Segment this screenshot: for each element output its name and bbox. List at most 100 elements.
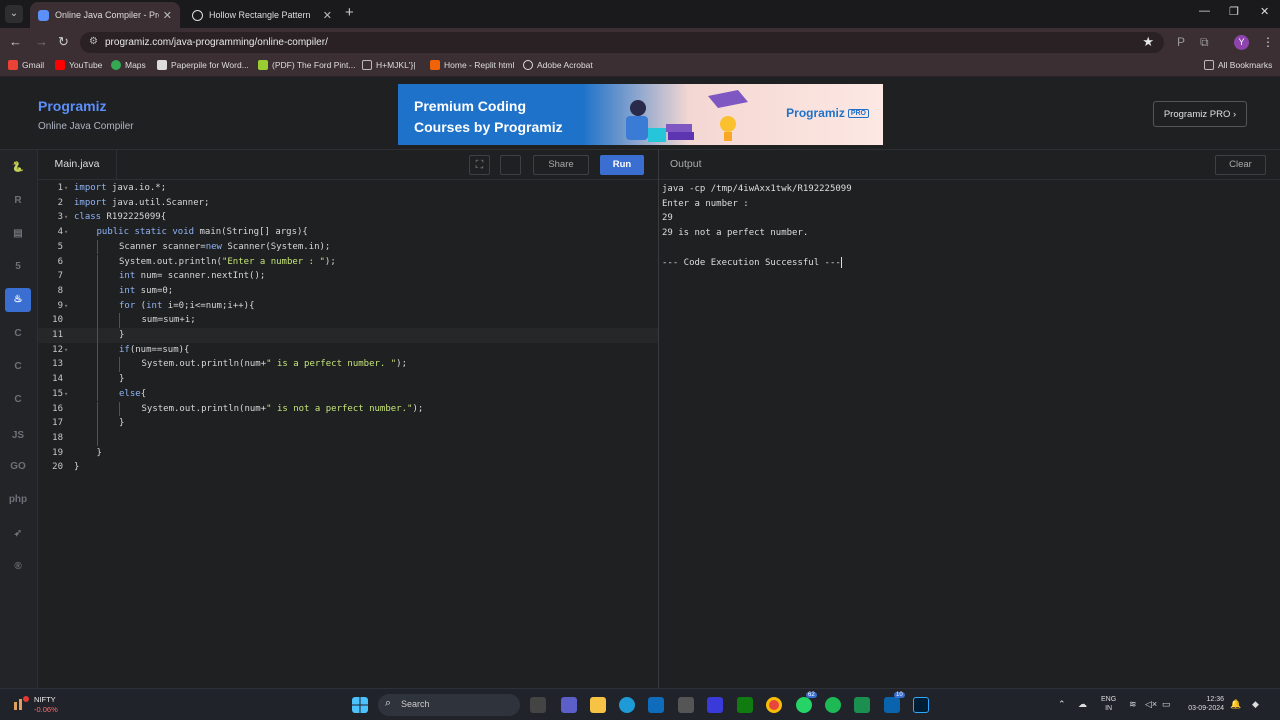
python-icon[interactable]: 🐍 (5, 156, 31, 180)
notification-bell-icon[interactable]: 🔔 (1230, 699, 1241, 710)
reload-icon[interactable]: ↻ (58, 34, 69, 50)
code-line[interactable]: 6 System.out.println("Enter a number : ")… (38, 254, 658, 270)
run-button[interactable]: Run (600, 155, 644, 175)
browser-menu-icon[interactable]: ⋮ (1262, 35, 1274, 49)
output-console[interactable]: java -cp /tmp/4iwAxx1twk/R192225099 Enter… (659, 181, 1280, 688)
edge-icon[interactable] (619, 697, 635, 713)
c-icon[interactable]: C (5, 322, 31, 346)
bookmark-paperpile[interactable]: Paperpile for Word... (157, 60, 249, 70)
extensions-puzzle-icon[interactable]: ⧉ (1200, 35, 1209, 50)
store-icon[interactable] (648, 697, 664, 713)
html-icon[interactable]: 5 (5, 255, 31, 279)
onedrive-icon[interactable]: ☁ (1078, 699, 1087, 710)
teams-icon[interactable] (561, 697, 577, 713)
site-info-icon[interactable]: ⚙ (89, 36, 98, 47)
js-icon[interactable]: JS (5, 424, 31, 448)
bookmark-maps[interactable]: Maps (111, 60, 146, 70)
tab-close-icon[interactable]: ✕ (163, 9, 172, 22)
math-app-icon[interactable] (707, 697, 723, 713)
fold-arrow-icon[interactable]: ▾ (64, 343, 68, 358)
file-explorer-icon[interactable] (590, 697, 606, 713)
code-line[interactable]: 7 int num= scanner.nextInt(); (38, 269, 658, 284)
bookmark-ford-pinto[interactable]: (PDF) The Ford Pint... (258, 60, 355, 70)
share-button[interactable]: Share (533, 155, 589, 175)
theme-toggle-icon[interactable] (500, 155, 521, 175)
app-cube-icon[interactable] (678, 697, 694, 713)
fullscreen-icon[interactable]: ⛶ (469, 155, 490, 175)
code-line[interactable]: 15 ▾ else{ (38, 386, 658, 402)
code-line[interactable]: 17} (38, 416, 658, 431)
system-clock[interactable]: 12:36 03-09-2024 (1182, 695, 1224, 713)
back-icon[interactable]: ← (9, 34, 22, 49)
xbox-icon[interactable] (737, 697, 753, 713)
code-line[interactable]: 1 ▾ import java.io.*; (38, 181, 658, 196)
whatsapp-icon[interactable] (796, 697, 812, 713)
bookmark-acrobat[interactable]: Adobe Acrobat (523, 60, 593, 70)
java-icon[interactable]: ♨ (5, 288, 31, 312)
copilot-icon[interactable]: ◆ (1252, 699, 1259, 710)
rust-icon[interactable]: ® (5, 555, 31, 579)
code-line[interactable]: 9 ▾ for (int i=0;i<=num;i++){ (38, 298, 658, 314)
code-line[interactable]: 12 ▾ if(num==sum){ (38, 342, 658, 358)
code-line[interactable]: 3 ▾ class R192225099{ (38, 210, 658, 225)
code-line[interactable]: 13 System.out.println(num+" is a perfect … (38, 357, 658, 373)
code-line[interactable]: 16 System.out.println(num+" is not a perf… (38, 401, 658, 417)
minimize-icon[interactable]: — (1199, 5, 1210, 17)
stock-chart-icon[interactable] (13, 696, 29, 710)
tab-close-icon[interactable]: ✕ (323, 9, 332, 22)
browser-tab-active[interactable]: Online Java Compiler - Program ✕ (30, 2, 180, 28)
sql-icon[interactable]: ▤ (5, 222, 31, 246)
bookmark-youtube[interactable]: YouTube (55, 60, 102, 70)
outlook-icon[interactable] (884, 697, 900, 713)
code-line[interactable]: 10 sum=sum+i; (38, 313, 658, 328)
window-close-icon[interactable]: ✕ (1260, 5, 1269, 18)
volume-icon[interactable]: ◁× (1145, 699, 1157, 710)
battery-icon[interactable]: ▭ (1162, 699, 1171, 710)
code-line[interactable]: 8 int sum=0; (38, 283, 658, 299)
code-line[interactable]: 4 ▾ public static void main(String[] args)… (38, 225, 658, 240)
app-arrow-icon[interactable] (854, 697, 870, 713)
spotify-icon[interactable] (825, 697, 841, 713)
code-line[interactable]: 2 import java.util.Scanner; (38, 196, 658, 211)
fold-arrow-icon[interactable]: ▾ (64, 299, 68, 314)
clear-button[interactable]: Clear (1215, 155, 1266, 175)
swift-icon[interactable]: ➶ (5, 522, 31, 546)
all-bookmarks[interactable]: All Bookmarks (1204, 60, 1272, 70)
csharp-icon[interactable]: C (5, 388, 31, 412)
code-line[interactable]: 14} (38, 372, 658, 387)
bookmark-star-icon[interactable]: ★ (1142, 34, 1154, 50)
code-editor[interactable]: 1 ▾ import java.io.*; 2 import java.util.Sca… (38, 181, 658, 688)
taskbar-search[interactable]: ⌕ Search (378, 694, 520, 716)
php-icon[interactable]: php (5, 488, 31, 512)
code-line[interactable]: 20} (38, 460, 658, 475)
bookmark-replit[interactable]: Home - Replit html (430, 60, 514, 70)
code-line[interactable]: 5 Scanner scanner=new Scanner(System.in); (38, 239, 658, 255)
browser-tab[interactable]: Hollow Rectangle Pattern ✕ (184, 2, 340, 28)
fold-arrow-icon[interactable]: ▾ (64, 210, 68, 225)
address-bar[interactable]: ⚙ programiz.com/java-programming/online-… (80, 32, 1164, 53)
bookmark-folder[interactable]: H+MJKL'}| (362, 60, 416, 70)
language-indicator[interactable]: ENG IN (1101, 695, 1116, 713)
go-icon[interactable]: GO (5, 455, 31, 479)
tab-search-icon[interactable]: ⌄ (5, 5, 23, 23)
programiz-logo[interactable]: Programiz (38, 98, 106, 114)
tray-chevron-icon[interactable]: ⌃ (1058, 699, 1066, 710)
r-icon[interactable]: R (5, 189, 31, 213)
file-manager-icon[interactable] (530, 697, 546, 713)
new-tab-icon[interactable]: + (345, 4, 354, 21)
code-line[interactable]: 18 (38, 430, 658, 446)
profile-avatar[interactable]: Y (1234, 35, 1249, 50)
fold-arrow-icon[interactable]: ▾ (64, 225, 68, 240)
ad-banner[interactable]: Premium Coding Courses by Programiz Prog… (398, 84, 883, 145)
windows-start-icon[interactable] (352, 697, 368, 713)
restore-icon[interactable]: ❐ (1229, 5, 1239, 18)
programiz-pro-button[interactable]: Programiz PRO › (1153, 101, 1247, 127)
wifi-icon[interactable]: ≋ (1129, 699, 1137, 710)
fold-arrow-icon[interactable]: ▾ (64, 181, 68, 196)
code-line[interactable]: 11} (38, 328, 658, 343)
forward-icon[interactable]: → (35, 34, 48, 49)
bookmark-gmail[interactable]: Gmail (8, 60, 44, 70)
fold-arrow-icon[interactable]: ▾ (64, 387, 68, 402)
chrome-icon[interactable] (766, 697, 782, 713)
file-tab-main-java[interactable]: Main.java (38, 150, 117, 180)
